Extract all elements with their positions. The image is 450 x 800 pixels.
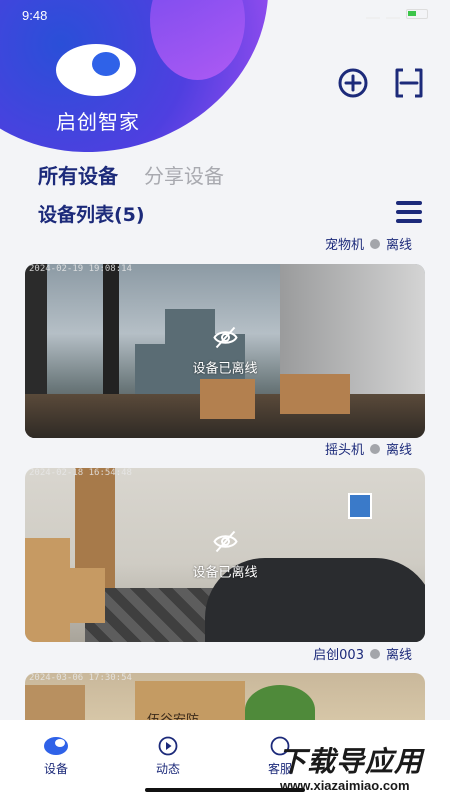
tab-shared-devices[interactable]: 分享设备	[144, 160, 224, 189]
battery-icon	[406, 9, 428, 19]
offline-overlay: 设备已离线	[192, 326, 258, 377]
menu-line	[396, 201, 422, 205]
tab-all-devices[interactable]: 所有设备	[38, 160, 118, 189]
scan-button[interactable]	[392, 66, 426, 100]
offline-label: 设备已离线	[192, 565, 258, 581]
watermark-title: 下载导应用	[278, 745, 424, 778]
status-dot	[369, 238, 380, 249]
status-time: 9:48	[22, 8, 48, 23]
nav-item-devices[interactable]: 设备	[0, 720, 112, 800]
add-device-button[interactable]	[336, 66, 370, 100]
device-card-camera-feed[interactable]: 伍谷安防 2024-03-06 17:30:54	[25, 673, 425, 723]
app-logo	[56, 44, 136, 96]
device-status-row: 启创003 离线	[313, 644, 412, 663]
play-icon	[158, 736, 178, 756]
list-menu-button[interactable]	[396, 201, 422, 223]
device-status: 离线	[385, 443, 412, 458]
device-status-row: 摇头机 离线	[325, 439, 412, 458]
snapshot-timestamp: 2024-02-18 16:54:48	[29, 468, 132, 478]
device-card-camera-feed[interactable]: 2024-02-18 16:54:48 设备已离线	[25, 468, 425, 642]
snapshot-timestamp: 2024-02-19 19:08:14	[29, 264, 132, 274]
offline-label: 设备已离线	[192, 361, 258, 377]
device-list-title: 设备列表(5)	[38, 204, 145, 226]
device-status-row: 宠物机 离线	[325, 234, 412, 253]
status-bar: 9:48	[0, 0, 450, 30]
device-name: 宠物机	[324, 238, 364, 253]
nav-label: 动态	[155, 762, 180, 776]
nav-label: 设备	[43, 762, 68, 776]
signal-icon	[366, 9, 380, 19]
logo-eye-icon	[92, 52, 120, 76]
device-tabs: 所有设备 分享设备	[38, 160, 224, 189]
status-icons	[366, 9, 428, 19]
status-dot	[369, 443, 380, 454]
offline-overlay: 设备已离线	[192, 530, 258, 581]
device-icon	[44, 737, 68, 755]
status-dot	[369, 648, 380, 659]
wifi-icon	[386, 9, 400, 19]
device-card-camera-feed[interactable]: 2024-02-19 19:08:14 设备已离线	[25, 264, 425, 438]
device-name: 摇头机	[324, 443, 364, 458]
app-name: 启创智家	[56, 110, 140, 134]
snapshot-timestamp: 2024-03-06 17:30:54	[29, 673, 132, 683]
device-status: 离线	[385, 238, 412, 253]
device-status: 离线	[385, 648, 412, 663]
device-name: 启创003	[313, 648, 364, 663]
eye-off-icon	[212, 530, 238, 553]
menu-line	[396, 219, 422, 223]
menu-line	[396, 210, 422, 214]
eye-off-icon	[212, 326, 238, 349]
home-indicator	[145, 788, 305, 792]
